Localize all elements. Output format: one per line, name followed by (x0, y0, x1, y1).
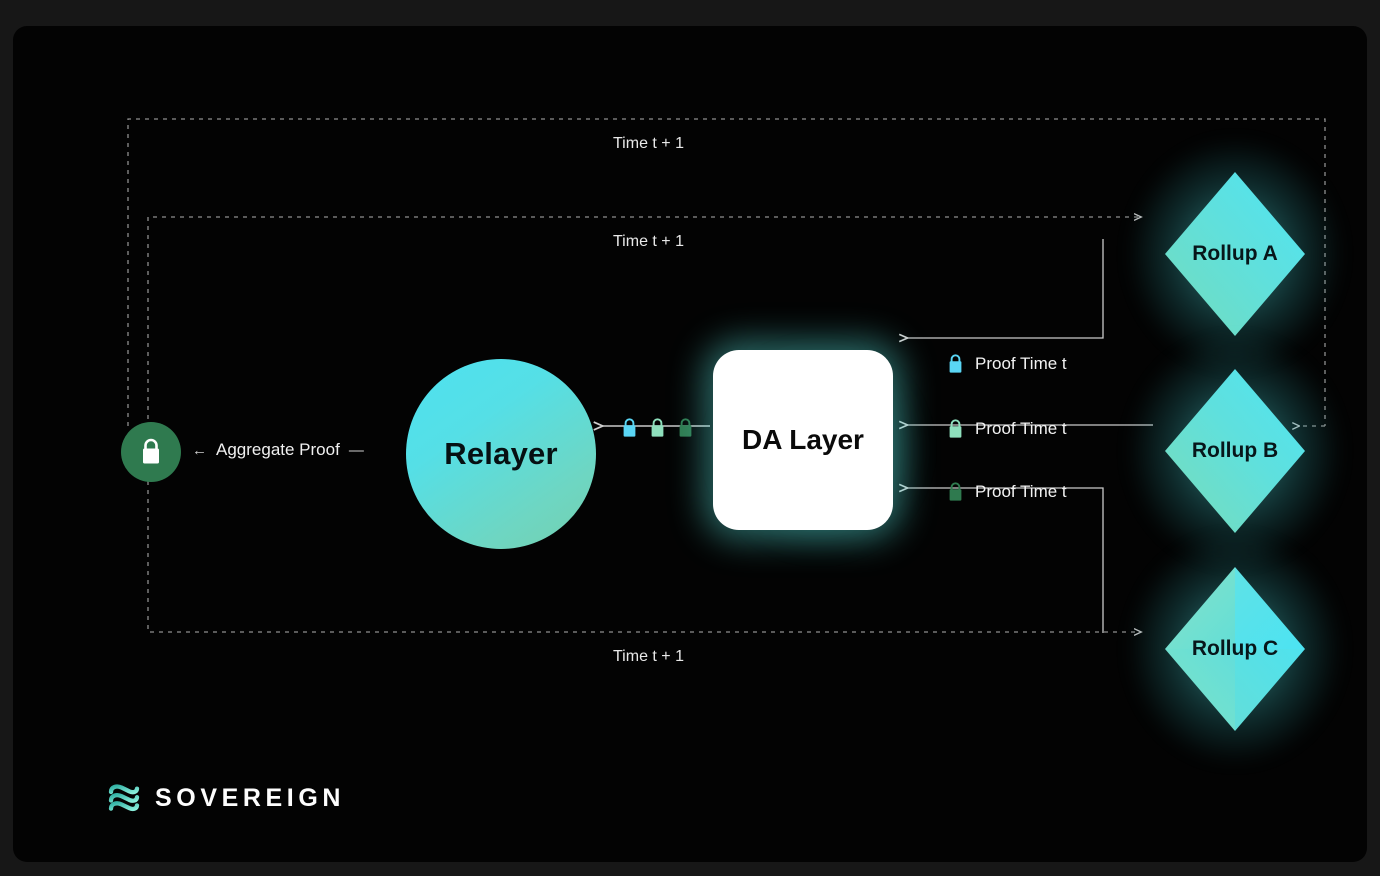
lock-icon-mint (651, 418, 664, 437)
time-label-middle: Time t + 1 (602, 233, 695, 251)
proof-lock-badges-row (621, 417, 694, 439)
lock-icon-green (679, 418, 692, 437)
brand-wordmark: SOVEREIGN (155, 783, 346, 812)
node-da-layer[interactable]: DA Layer (713, 350, 893, 530)
connector-rollup-a-to-da-layer (906, 239, 1104, 338)
proof-c-text: Proof Time t (975, 482, 1067, 501)
rollup-b-label: Rollup B (1191, 439, 1279, 462)
rollup-c-label: Rollup C (1191, 637, 1279, 660)
time-label-outer: Time t + 1 (602, 135, 695, 153)
aggregate-proof-label: Aggregate Proof (216, 440, 340, 459)
node-rollup-b[interactable]: Rollup B (1129, 337, 1341, 565)
diagram-canvas: ← Aggregate Proof — Relayer DA Layer Pro… (0, 0, 1380, 876)
proof-b-text: Proof Time t (975, 419, 1067, 438)
node-rollup-c[interactable]: Rollup C (1129, 535, 1341, 763)
arrow-left-icon: ← (192, 441, 207, 459)
da-layer-label: DA Layer (742, 424, 864, 455)
lock-icon-mint (949, 419, 962, 438)
proof-label-rollup-b: Proof Time t (947, 418, 1067, 440)
relayer-label: Relayer (444, 436, 558, 471)
aggregate-proof-lock-badge (121, 422, 181, 482)
rollup-a-label: Rollup A (1192, 242, 1278, 265)
diagram-panel: ← Aggregate Proof — Relayer DA Layer Pro… (13, 26, 1367, 862)
lock-icon-green (949, 482, 962, 501)
dashed-path-time-t-plus-1-middle (147, 217, 1141, 446)
proof-label-rollup-a: Proof Time t (947, 353, 1067, 375)
proof-a-text: Proof Time t (975, 354, 1067, 373)
aggregate-proof-label-group: ← Aggregate Proof — (188, 440, 368, 460)
brand-lockup: SOVEREIGN (108, 783, 345, 813)
sovereign-wave-logo-icon (108, 784, 140, 812)
time-label-bottom: Time t + 1 (602, 648, 695, 666)
proof-label-rollup-c: Proof Time t (947, 481, 1067, 503)
node-relayer[interactable]: Relayer (406, 359, 596, 549)
lock-icon (143, 438, 159, 464)
connector-rollup-c-to-da-layer (906, 488, 1104, 633)
node-rollup-a[interactable]: Rollup A (1129, 140, 1341, 368)
lock-icon-cyan (623, 418, 636, 437)
dash-mark-icon: — (348, 441, 364, 459)
lock-icon-cyan (949, 354, 962, 373)
